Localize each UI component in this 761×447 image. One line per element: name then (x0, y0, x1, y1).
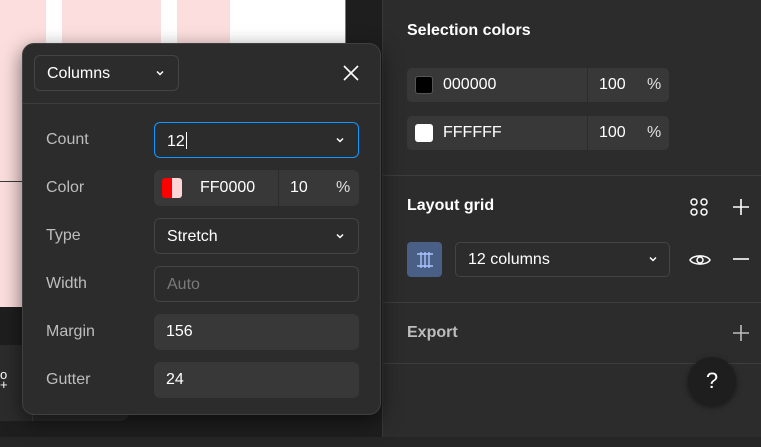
selection-color-row[interactable]: FFFFFF 100 % (407, 116, 669, 150)
add-export-icon[interactable] (729, 321, 753, 345)
percent-unit: % (647, 76, 662, 93)
eye-icon[interactable] (687, 247, 713, 273)
close-icon[interactable] (341, 63, 361, 83)
margin-input[interactable]: 156 (154, 314, 359, 350)
remove-layout-grid-icon[interactable] (729, 247, 753, 271)
export-title: Export (407, 324, 458, 341)
text-cursor (185, 132, 187, 149)
color-opacity[interactable]: 100 (599, 124, 626, 142)
field-separator (278, 170, 279, 206)
layout-grid-popup: Columns Count 12 Color FF0000 10 % Type … (22, 43, 381, 415)
bottom-strip (0, 437, 761, 447)
color-swatch[interactable] (415, 124, 433, 142)
chevron-down-icon (156, 70, 164, 76)
section-divider (383, 175, 761, 176)
width-placeholder: Auto (167, 276, 200, 293)
color-hex[interactable]: FFFFFF (443, 124, 502, 142)
popup-divider (23, 103, 380, 104)
margin-label: Margin (46, 323, 95, 340)
section-divider (383, 302, 761, 303)
color-swatch[interactable] (415, 76, 433, 94)
chevron-down-icon (336, 233, 344, 239)
chevron-down-icon (649, 256, 657, 262)
type-dropdown[interactable]: Stretch (154, 218, 359, 254)
width-label: Width (46, 275, 87, 292)
add-layout-grid-icon[interactable] (729, 195, 753, 219)
grid-type-dropdown[interactable]: Columns (34, 55, 179, 91)
grid-color-field[interactable]: FF0000 10 % (154, 170, 359, 206)
color-hex[interactable]: 000000 (443, 76, 496, 94)
chevron-down-icon (336, 137, 344, 143)
count-value: 12 (167, 133, 185, 150)
percent-unit: % (336, 179, 351, 196)
width-input[interactable]: Auto (154, 266, 359, 302)
layout-grid-settings-button[interactable] (407, 242, 442, 277)
gutter-input[interactable]: 24 (154, 362, 359, 398)
percent-unit: % (647, 124, 662, 141)
count-input[interactable]: 12 (154, 122, 359, 158)
gutter-value: 24 (166, 371, 184, 388)
margin-value: 156 (166, 323, 193, 340)
grid-color-swatch[interactable] (162, 178, 182, 198)
grid-type-label: Columns (47, 65, 111, 82)
type-value: Stretch (167, 228, 218, 245)
layout-grid-label: 12 columns (468, 251, 550, 268)
grid-styles-icon[interactable] (687, 195, 711, 219)
selection-colors-title: Selection colors (407, 22, 531, 39)
color-label: Color (46, 179, 85, 196)
layout-grid-title: Layout grid (407, 197, 495, 214)
properties-panel: Selection colors 000000 100 % FFFFFF 100… (382, 0, 761, 447)
field-separator (587, 68, 588, 102)
add-component-icon[interactable]: o + (0, 368, 8, 391)
count-label: Count (46, 131, 89, 148)
columns-grid-icon (416, 251, 433, 268)
gutter-label: Gutter (46, 371, 91, 388)
color-opacity[interactable]: 100 (599, 76, 626, 94)
grid-color-opacity[interactable]: 10 (290, 179, 308, 197)
type-label: Type (46, 227, 81, 244)
field-separator (587, 116, 588, 150)
help-button[interactable]: ? (688, 357, 736, 405)
grid-color-hex[interactable]: FF0000 (200, 179, 255, 197)
layout-grid-select[interactable]: 12 columns (455, 242, 670, 277)
selection-color-row[interactable]: 000000 100 % (407, 68, 669, 102)
